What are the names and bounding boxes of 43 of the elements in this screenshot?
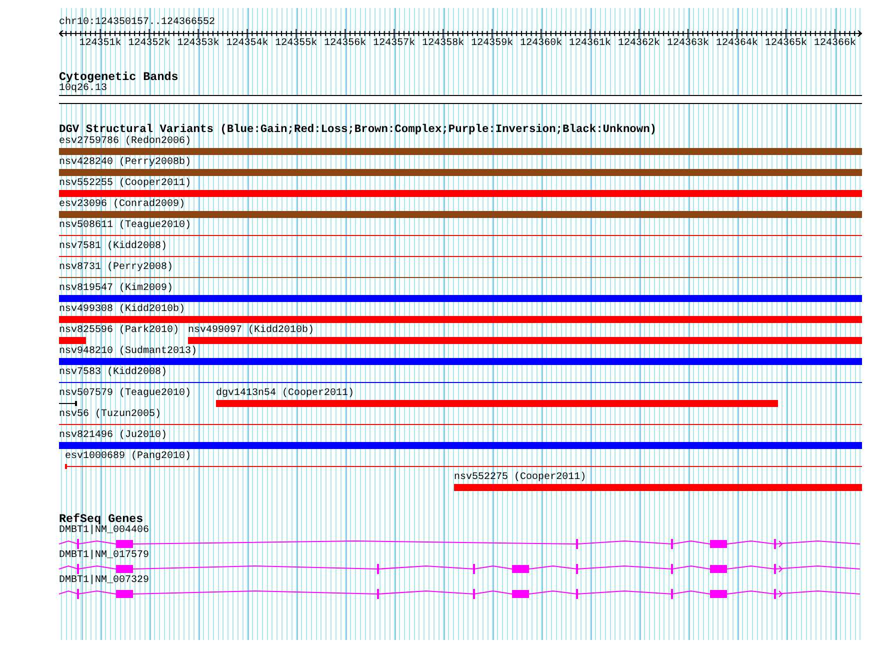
variant-label: nsv552275 (Cooper2011) [454,472,586,484]
ruler-tick-label: 124351k [79,38,122,50]
variant-label: nsv7581 (Kidd2008) [59,241,168,253]
variant-label: nsv499097 (Kidd2010b) [188,325,314,337]
variant-label: nsv8731 (Perry2008) [59,262,174,274]
ruler-tick-label: 124363k [667,38,710,50]
track-title: Cytogenetic Bands [59,71,180,83]
ruler-tick-label: 124360k [520,38,562,50]
transcript-label: DMBT1|NM_017579 [59,550,150,562]
track-title: DGV Structural Variants (Blue:Gain;Red:Loss;Brown:Complex;Purple:Inversion;Black:Unknown) [59,124,658,136]
ruler-tick-label: 124356k [324,38,366,50]
variant-label: nsv948210 (Sudmant2013) [59,346,198,358]
ruler-tick-label: 124362k [618,38,660,50]
ruler-tick-label: 124352k [128,38,170,50]
ruler-tick-label: 124355k [275,38,318,50]
variant-label: nsv825596 (Park2010) [59,325,180,337]
ruler-tick-label: 124359k [471,38,514,50]
variant-label: nsv821496 (Ju2010) [59,430,168,442]
variant-label: nsv819547 (Kim2009) [59,283,174,295]
ruler-tick-label: 124353k [177,38,220,50]
ruler-tick-label: 124357k [373,38,416,50]
variant-label: nsv499308 (Kidd2010b) [59,304,186,316]
variant-label: nsv7583 (Kidd2008) [59,367,168,379]
ruler-tick-label: 124366k [814,38,856,50]
track-title: RefSeq Genes [59,513,144,525]
variant-label: esv23096 (Conrad2009) [59,199,186,211]
transcript-label: DMBT1|NM_007329 [59,575,150,587]
ruler-tick-label: 124361k [569,38,612,50]
variant-label: nsv56 (Tuzun2005) [59,409,162,421]
ruler-tick-label: 124358k [422,38,464,50]
variant-label: nsv508611 (Teague2010) [59,220,192,232]
variant-label: nsv507579 (Teague2010) [59,388,192,400]
variant-label: esv2759786 (Redon2006) [59,136,192,148]
ruler-tick-label: 124365k [764,38,807,50]
variant-label: nsv552255 (Cooper2011) [59,178,192,190]
ruler-tick-label: 124354k [226,38,268,50]
variant-label: dgv1413n54 (Cooper2011) [216,388,354,400]
band-label: 10q26.13 [59,83,108,95]
ruler-tick-label: 124364k [716,38,758,50]
variant-label: nsv428240 (Perry2008b) [59,157,192,169]
variant-label: esv1000689 (Pang2010) [65,451,192,463]
transcript-label: DMBT1|NM_004406 [59,525,150,537]
chromosome-position: chr10:124350157..124366552 [59,17,216,29]
